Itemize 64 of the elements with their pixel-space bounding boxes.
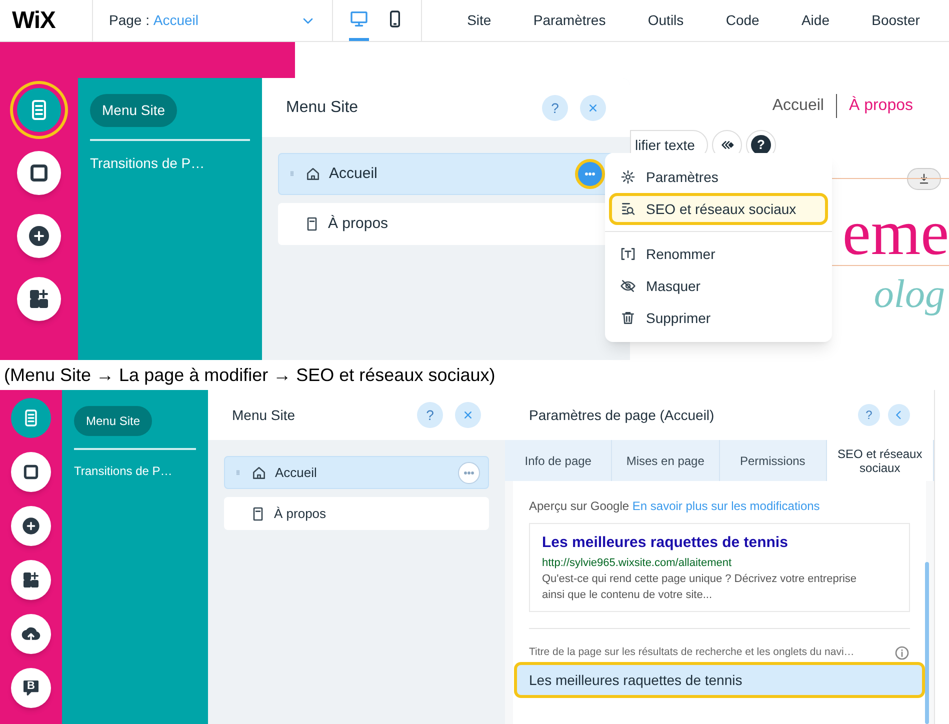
sidebar-button[interactable] — [17, 151, 61, 195]
info-icon — [894, 645, 910, 661]
download-button[interactable] — [907, 168, 941, 190]
home-icon — [305, 166, 321, 182]
page-name: Accueil — [329, 164, 378, 184]
trash-icon — [620, 310, 636, 326]
page-name: À propos — [274, 504, 326, 523]
sidebar-button[interactable] — [17, 214, 61, 258]
close-button[interactable] — [580, 94, 606, 120]
text-frame-icon — [620, 246, 636, 262]
sidebar-button[interactable] — [11, 452, 51, 492]
add-icon — [27, 224, 51, 248]
top-menu-item[interactable]: Outils — [648, 10, 684, 31]
site-heading: eme — [842, 201, 949, 265]
panel-title: Menu Site — [232, 406, 296, 424]
sidebar-button[interactable] — [11, 614, 51, 654]
side-menu-item[interactable]: Menu Site — [74, 406, 152, 436]
result-url: http://sylvie965.wixsite.com/allaitement — [542, 556, 733, 570]
sidebar-button[interactable] — [11, 506, 51, 546]
page-selector[interactable]: Page : Accueil — [109, 10, 332, 31]
top-menu-item[interactable]: Site — [467, 10, 492, 31]
desktop-icon — [349, 9, 369, 29]
side-menu-item[interactable]: Menu Site — [90, 94, 178, 127]
panel-title: Menu Site — [286, 98, 358, 118]
top-menu-item[interactable]: Paramètres — [533, 10, 606, 31]
apps-icon — [27, 287, 51, 311]
close-button[interactable] — [455, 402, 481, 428]
page-name: À propos — [328, 214, 388, 234]
top-menu-item[interactable]: Booster — [872, 10, 920, 31]
page-search-icon — [620, 201, 636, 217]
result-title: Les meilleures raquettes de tennis — [542, 533, 789, 553]
menu-item[interactable]: SEO et réseaux sociaux — [609, 193, 828, 225]
site-subtitle: olog — [874, 270, 945, 318]
top-menu-item[interactable]: Code — [726, 10, 760, 31]
page-title-field[interactable]: Les meilleures raquettes de tennis — [517, 665, 922, 695]
sidebar-button[interactable] — [17, 277, 61, 321]
result-description: Qu'est-ce qui rend cette page unique ? Décrivez votre entreprise ainsi que le contenu de votre site... — [542, 572, 858, 603]
sidebar-button[interactable] — [11, 560, 51, 600]
download-icon — [917, 172, 931, 186]
field-label: Titre de la page sur les résultats de recherche et les onglets du navi… — [529, 645, 854, 660]
speech-bubble-icon — [20, 678, 41, 698]
panel-title: Paramètres de page (Accueil) — [529, 406, 714, 425]
logo: WiX — [11, 6, 56, 36]
site-nav-link[interactable]: À propos — [848, 94, 913, 118]
site-nav-link[interactable]: Accueil — [772, 94, 824, 118]
preview-label: Aperçu sur Google En savoir plus sur les modifications — [529, 498, 821, 515]
sidebar-button[interactable]: B — [11, 668, 51, 708]
sidebar-button[interactable] — [11, 398, 51, 438]
add-icon — [21, 516, 41, 536]
caption: (Menu Site → La page à modifier → SEO et réseaux sociaux) — [4, 364, 496, 387]
menu-item[interactable]: Masquer — [609, 270, 828, 302]
hidden-eye-icon — [620, 278, 636, 294]
home-icon — [251, 464, 267, 480]
blog-letter: B — [27, 679, 35, 694]
page-row[interactable]: À propos — [224, 497, 489, 530]
square-icon — [21, 462, 41, 482]
menu-item[interactable]: Supprimer — [609, 302, 828, 334]
apps-icon — [21, 570, 41, 590]
tab[interactable]: SEO et réseaux sociaux — [826, 440, 934, 481]
gear-icon — [620, 169, 636, 185]
top-menu-item[interactable]: Aide — [801, 10, 830, 31]
more-button[interactable] — [575, 159, 605, 189]
page-name: Accueil — [275, 464, 317, 482]
page-row[interactable]: Accueil — [224, 456, 489, 489]
